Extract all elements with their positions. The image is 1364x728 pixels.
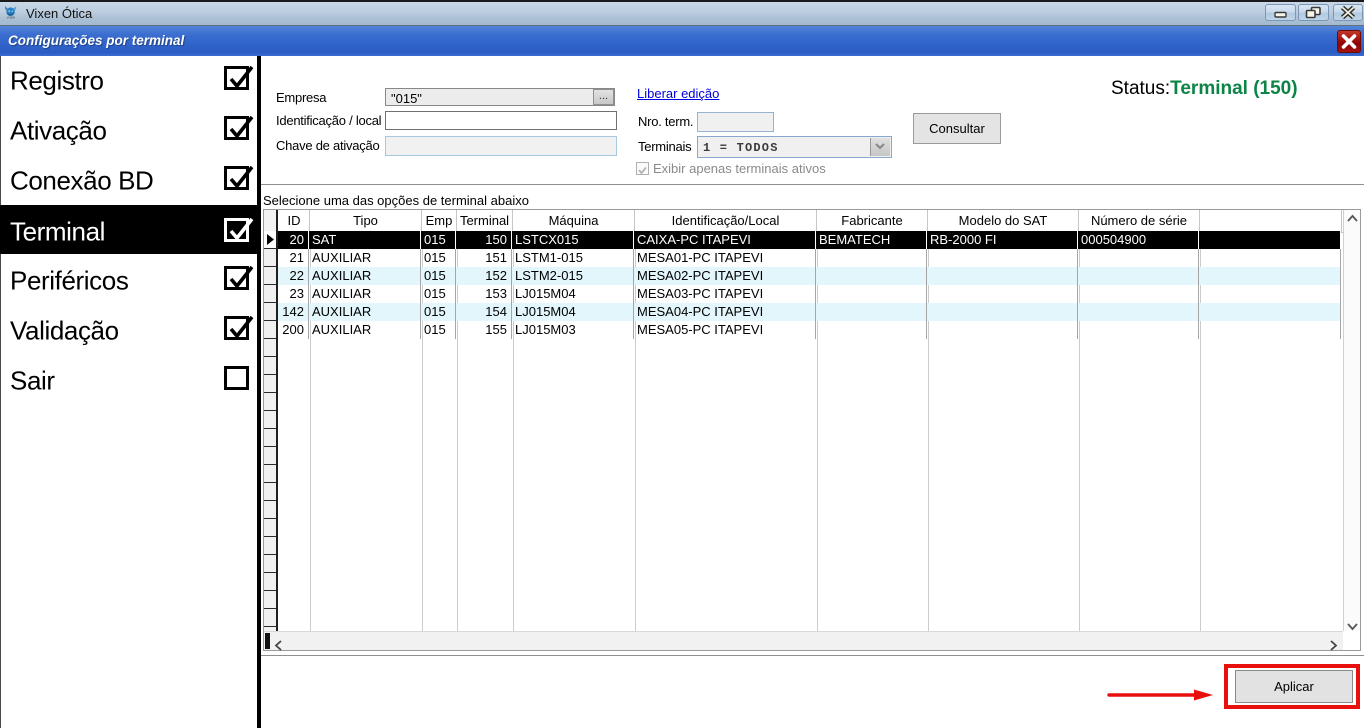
svg-text:VIXEN: VIXEN bbox=[7, 16, 15, 20]
